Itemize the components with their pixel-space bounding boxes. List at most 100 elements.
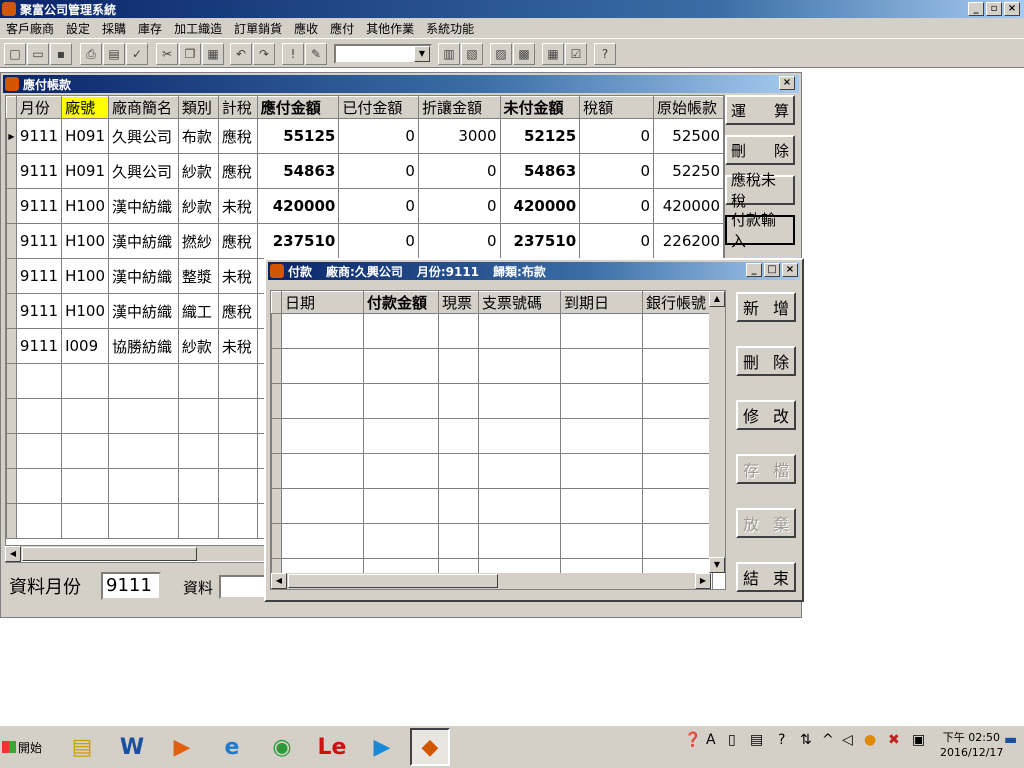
help-icon[interactable]: ? bbox=[594, 43, 616, 65]
cut-icon[interactable]: ✂ bbox=[156, 43, 178, 65]
cell-category[interactable]: 紗款 bbox=[177, 153, 219, 189]
word-icon[interactable]: W bbox=[112, 728, 152, 766]
cell-category[interactable]: 紗款 bbox=[177, 328, 219, 364]
preview-icon[interactable]: ▤ bbox=[103, 43, 125, 65]
scroll-thumb[interactable] bbox=[288, 574, 498, 588]
tool-tray-icon[interactable]: ▤ bbox=[750, 732, 763, 748]
scroll-thumb[interactable] bbox=[22, 547, 197, 561]
col-due-date[interactable]: 到期日 bbox=[560, 291, 643, 314]
calc-icon[interactable]: ▦ bbox=[542, 43, 564, 65]
payment-vertical-scrollbar[interactable]: ▲ ▼ bbox=[709, 291, 725, 573]
data-month-input[interactable]: 9111 bbox=[101, 572, 161, 600]
cell-category[interactable]: 織工 bbox=[177, 293, 219, 329]
empty-row[interactable] bbox=[271, 348, 713, 384]
menu-settings[interactable]: 設定 bbox=[60, 20, 96, 37]
scroll-right-icon[interactable]: ▶ bbox=[695, 573, 711, 589]
volume-icon[interactable]: ◁ bbox=[842, 732, 853, 748]
menu-system[interactable]: 系統功能 bbox=[420, 20, 480, 37]
menu-receivables[interactable]: 應收 bbox=[288, 20, 324, 37]
cell-vendor-name[interactable]: 久興公司 bbox=[108, 118, 179, 154]
cell-vendor-no[interactable]: H100 bbox=[61, 223, 110, 259]
le-player-icon[interactable]: Le bbox=[312, 728, 352, 766]
network-icon[interactable]: ▣ bbox=[912, 732, 925, 748]
tool-icon[interactable]: ▨ bbox=[490, 43, 512, 65]
cell-vendor-name[interactable]: 漢中紡織 bbox=[108, 188, 179, 224]
cell-unpaid-amount[interactable]: 237510 bbox=[499, 223, 581, 259]
scroll-up-icon[interactable]: ▲ bbox=[709, 291, 725, 307]
font-icon[interactable]: A bbox=[706, 732, 716, 748]
col-vendor-no[interactable]: 廠號 bbox=[61, 96, 110, 119]
close-payment-button[interactable]: 結 束 bbox=[736, 562, 796, 592]
menu-processing[interactable]: 加工織造 bbox=[168, 20, 228, 37]
cell-tax[interactable]: 應稅 bbox=[217, 118, 258, 154]
new-icon[interactable]: □ bbox=[4, 43, 26, 65]
ime-icon[interactable]: ❓ bbox=[684, 732, 701, 748]
cell-payable-amount[interactable]: 55125 bbox=[256, 118, 340, 154]
cell-vendor-no[interactable]: H100 bbox=[61, 258, 110, 294]
edit-icon[interactable]: ✎ bbox=[305, 43, 327, 65]
cell-original-amount[interactable]: 226200 bbox=[653, 223, 724, 259]
empty-row[interactable] bbox=[271, 523, 713, 559]
chevron-up-icon[interactable]: ^ bbox=[822, 732, 834, 748]
add-button[interactable]: 新 增 bbox=[736, 292, 796, 322]
empty-row[interactable] bbox=[271, 313, 713, 349]
spellcheck-icon[interactable]: ✓ bbox=[126, 43, 148, 65]
settings-tray-icon[interactable]: ⇅ bbox=[800, 732, 812, 748]
save-icon[interactable]: ▪ bbox=[50, 43, 72, 65]
cell-vendor-name[interactable]: 漢中紡織 bbox=[108, 258, 179, 294]
scroll-left-icon[interactable]: ◀ bbox=[5, 546, 21, 562]
delete-payment-button[interactable]: 刪 除 bbox=[736, 346, 796, 376]
cell-category[interactable]: 布款 bbox=[177, 118, 219, 154]
menu-purchasing[interactable]: 採購 bbox=[96, 20, 132, 37]
table-row[interactable]: 9111 H100 漢中紡織 撚紗 應稅 237510 0 0 237510 0… bbox=[6, 223, 724, 259]
table-row[interactable]: ▶ 9111 H091 久興公司 布款 應稅 55125 0 3000 5212… bbox=[6, 118, 724, 154]
redo-icon[interactable]: ↷ bbox=[253, 43, 275, 65]
maximize-icon[interactable]: □ bbox=[764, 263, 780, 277]
ap-horizontal-scrollbar[interactable]: ◀ bbox=[5, 545, 267, 562]
col-tax-amount[interactable]: 稅額 bbox=[579, 96, 655, 119]
cell-month[interactable]: 9111 bbox=[15, 153, 63, 189]
col-unpaid-amount[interactable]: 未付金額 bbox=[499, 96, 581, 119]
col-cash-check[interactable]: 現票 bbox=[438, 291, 479, 314]
cell-month[interactable]: 9111 bbox=[15, 258, 63, 294]
empty-row[interactable] bbox=[271, 488, 713, 524]
avast-icon[interactable]: ● bbox=[864, 732, 876, 748]
file-explorer-icon[interactable]: ▤ bbox=[62, 728, 102, 766]
undo-icon[interactable]: ↶ bbox=[230, 43, 252, 65]
payment-entry-button[interactable]: 付款輸入 bbox=[725, 211, 795, 250]
empty-row[interactable] bbox=[271, 418, 713, 454]
video-player-icon[interactable]: ▶ bbox=[362, 728, 402, 766]
chart-icon[interactable]: ▧ bbox=[461, 43, 483, 65]
cell-vendor-no[interactable]: H091 bbox=[61, 153, 110, 189]
toolbar-combo[interactable]: ▼ bbox=[334, 44, 432, 64]
empty-row[interactable] bbox=[271, 453, 713, 489]
edit-button[interactable]: 修 改 bbox=[736, 400, 796, 430]
empty-row[interactable] bbox=[271, 383, 713, 419]
cell-paid-amount[interactable]: 0 bbox=[338, 118, 419, 154]
cell-tax[interactable]: 未稅 bbox=[217, 188, 258, 224]
open-icon[interactable]: ▭ bbox=[27, 43, 49, 65]
media-player-icon[interactable]: ▶ bbox=[162, 728, 202, 766]
paste-icon[interactable]: ▦ bbox=[202, 43, 224, 65]
col-discount-amount[interactable]: 折讓金額 bbox=[417, 96, 501, 119]
cell-payable-amount[interactable]: 420000 bbox=[256, 188, 340, 224]
col-payable-amount[interactable]: 應付金額 bbox=[256, 96, 340, 119]
cell-unpaid-amount[interactable]: 52125 bbox=[499, 118, 581, 154]
col-month[interactable]: 月份 bbox=[15, 96, 63, 119]
cell-discount-amount[interactable]: 3000 bbox=[417, 118, 501, 154]
cell-paid-amount[interactable]: 0 bbox=[338, 153, 419, 189]
col-paid-amount[interactable]: 已付金額 bbox=[338, 96, 419, 119]
cell-tax[interactable]: 未稅 bbox=[217, 258, 258, 294]
cell-category[interactable]: 整漿 bbox=[177, 258, 219, 294]
cell-original-amount[interactable]: 420000 bbox=[653, 188, 724, 224]
security-icon[interactable]: ✖ bbox=[888, 732, 900, 748]
cell-tax-amount[interactable]: 0 bbox=[579, 153, 655, 189]
cell-tax[interactable]: 應稅 bbox=[217, 223, 258, 259]
start-button[interactable]: 開始 bbox=[2, 734, 52, 760]
cell-original-amount[interactable]: 52500 bbox=[653, 118, 724, 154]
cell-tax[interactable]: 應稅 bbox=[217, 293, 258, 329]
help-icon[interactable]: ? bbox=[778, 732, 785, 748]
cell-unpaid-amount[interactable]: 420000 bbox=[499, 188, 581, 224]
cell-month[interactable]: 9111 bbox=[15, 188, 63, 224]
menu-payables[interactable]: 應付 bbox=[324, 20, 360, 37]
